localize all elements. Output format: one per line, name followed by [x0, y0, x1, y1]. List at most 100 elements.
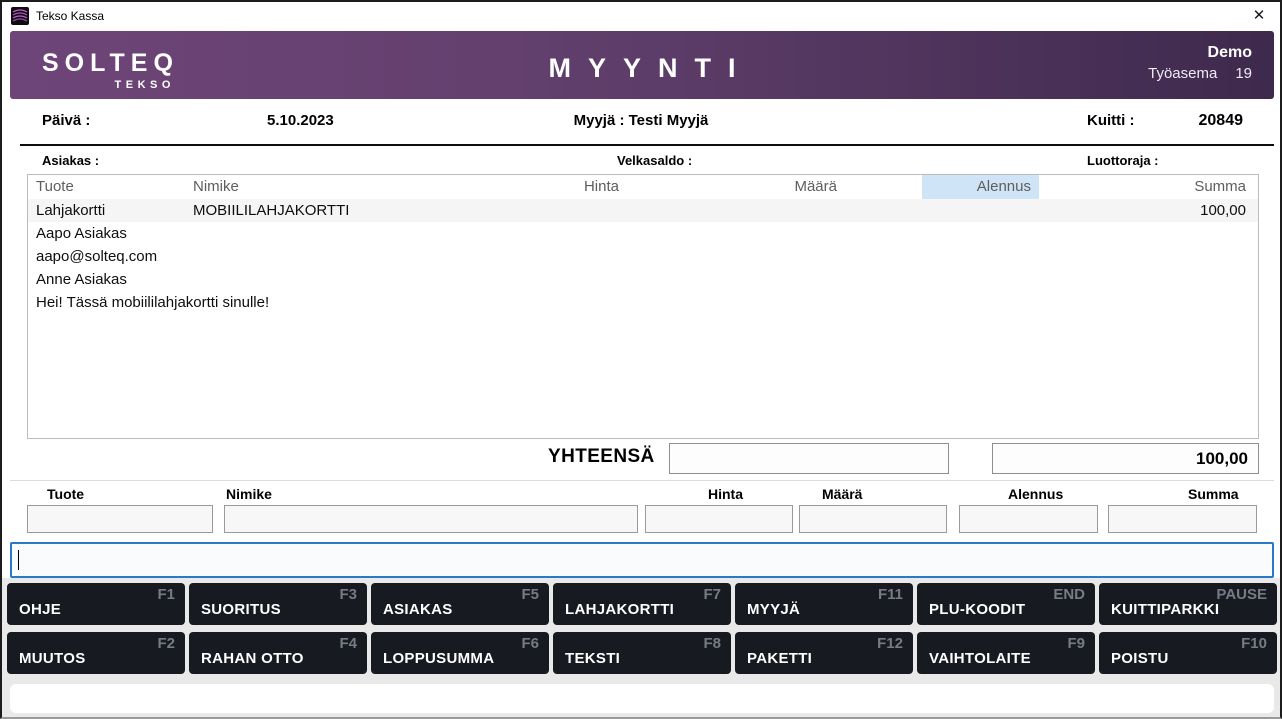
button-label: LOPPUSUMMA	[383, 650, 494, 667]
total-entry-input[interactable]	[669, 443, 949, 474]
app-window: Tekso Kassa ✕ SOLTEQ TEKSO MYYNTI Demo T…	[0, 0, 1282, 719]
button-label: RAHAN OTTO	[201, 650, 304, 667]
divider-line	[20, 144, 1274, 146]
cell-tuote: Anne Asiakas	[36, 271, 127, 288]
lahjakortti-button[interactable]: LAHJAKORTTI F7	[553, 583, 731, 625]
summa-input[interactable]	[1108, 505, 1257, 533]
debt-balance-label: Velkasaldo :	[617, 153, 692, 168]
button-label: SUORITUS	[201, 601, 281, 618]
alennus-input[interactable]	[959, 505, 1098, 533]
column-header-nimike[interactable]: Nimike	[193, 178, 239, 195]
button-label: KUITTIPARKKI	[1111, 601, 1219, 618]
column-header-alennus[interactable]: Alennus	[977, 178, 1031, 195]
cell-tuote: Lahjakortti	[36, 202, 105, 219]
cell-tuote: Hei! Tässä mobiililahjakortti sinulle!	[36, 294, 269, 311]
total-amount-box: 100,00	[992, 443, 1259, 474]
button-keybind: F9	[1067, 635, 1085, 652]
button-keybind: F11	[878, 586, 903, 603]
kuittiparkki-button[interactable]: KUITTIPARKKI PAUSE	[1099, 583, 1277, 625]
vaihtolaite-button[interactable]: VAIHTOLAITE F9	[917, 632, 1095, 674]
status-bar	[10, 684, 1274, 713]
button-label: ASIAKAS	[383, 601, 453, 618]
button-label: VAIHTOLAITE	[929, 650, 1031, 667]
entry-label-nimike: Nimike	[226, 486, 272, 502]
button-keybind: F3	[339, 586, 357, 603]
function-keys: OHJE F1 SUORITUS F3 ASIAKAS F5 LAHJAKORT…	[7, 583, 1277, 674]
button-keybind: F12	[877, 635, 903, 652]
cell-tuote: aapo@solteq.com	[36, 248, 157, 265]
ohje-button[interactable]: OHJE F1	[7, 583, 185, 625]
grid-row[interactable]: aapo@solteq.com	[28, 245, 1258, 268]
myyja-button[interactable]: MYYJÄ F11	[735, 583, 913, 625]
button-label: PAKETTI	[747, 650, 812, 667]
button-label: MYYJÄ	[747, 601, 800, 618]
tuote-input[interactable]	[27, 505, 213, 533]
grid-row[interactable]: Lahjakortti MOBIILILAHJAKORTTI 100,00	[28, 199, 1258, 222]
column-header-maara[interactable]: Määrä	[794, 178, 837, 195]
column-header-tuote[interactable]: Tuote	[36, 178, 74, 195]
entry-label-hinta: Hinta	[708, 486, 743, 502]
grid-row[interactable]: Hei! Tässä mobiililahjakortti sinulle!	[28, 291, 1258, 314]
muutos-button[interactable]: MUUTOS F2	[7, 632, 185, 674]
environment-name: Demo	[1148, 44, 1252, 62]
date-label: Päivä :	[42, 112, 90, 129]
column-header-hinta[interactable]: Hinta	[584, 178, 619, 195]
button-label: MUUTOS	[19, 650, 86, 667]
button-keybind: F10	[1241, 635, 1267, 652]
environment-info: Demo Työasema19	[1148, 44, 1252, 82]
app-logo-icon	[11, 7, 29, 25]
hinta-input[interactable]	[645, 505, 793, 533]
section-divider	[10, 480, 1274, 481]
grid-row[interactable]: Anne Asiakas	[28, 268, 1258, 291]
receipt-label: Kuitti :	[1087, 112, 1134, 129]
workstation-line: Työasema19	[1148, 65, 1252, 82]
button-keybind: F8	[703, 635, 721, 652]
seller-line: Myyjä : Testi Myyjä	[574, 112, 709, 129]
text-caret	[18, 550, 19, 570]
cell-tuote: Aapo Asiakas	[36, 225, 127, 242]
rahan-otto-button[interactable]: RAHAN OTTO F4	[189, 632, 367, 674]
plu-koodit-button[interactable]: PLU-KOODIT END	[917, 583, 1095, 625]
asiakas-button[interactable]: ASIAKAS F5	[371, 583, 549, 625]
button-keybind: F2	[157, 635, 175, 652]
maara-input[interactable]	[799, 505, 947, 533]
button-keybind: F7	[703, 586, 721, 603]
sales-grid-header: Tuote Nimike Hinta Määrä Alennus Summa	[28, 175, 1258, 199]
button-keybind: F1	[157, 586, 175, 603]
page-title: MYYNTI	[10, 53, 1274, 84]
loppusumma-button[interactable]: LOPPUSUMMA F6	[371, 632, 549, 674]
button-keybind: F5	[521, 586, 539, 603]
window-title: Tekso Kassa	[36, 9, 104, 23]
titlebar: Tekso Kassa ✕	[2, 2, 1280, 31]
button-label: POISTU	[1111, 650, 1169, 667]
entry-label-summa: Summa	[1188, 486, 1239, 502]
paketti-button[interactable]: PAKETTI F12	[735, 632, 913, 674]
suoritus-button[interactable]: SUORITUS F3	[189, 583, 367, 625]
poistu-button[interactable]: POISTU F10	[1099, 632, 1277, 674]
total-label: YHTEENSÄ	[548, 446, 655, 468]
workstation-label: Työasema	[1148, 65, 1217, 82]
credit-limit-label: Luottoraja :	[1087, 153, 1159, 168]
button-label: TEKSTI	[565, 650, 620, 667]
cell-summa: 100,00	[1200, 202, 1246, 219]
column-header-summa[interactable]: Summa	[1194, 178, 1246, 195]
header-banner: SOLTEQ TEKSO MYYNTI Demo Työasema19	[10, 31, 1274, 99]
date-value: 5.10.2023	[267, 112, 334, 129]
close-button[interactable]: ✕	[1246, 5, 1272, 27]
button-keybind: END	[1053, 586, 1085, 603]
cell-nimike: MOBIILILAHJAKORTTI	[193, 202, 349, 219]
grid-row[interactable]: Aapo Asiakas	[28, 222, 1258, 245]
entry-label-tuote: Tuote	[47, 486, 84, 502]
button-keybind: PAUSE	[1216, 586, 1267, 603]
button-keybind: F4	[339, 635, 357, 652]
teksti-button[interactable]: TEKSTI F8	[553, 632, 731, 674]
entry-label-maara: Määrä	[822, 486, 862, 502]
sales-grid: Tuote Nimike Hinta Määrä Alennus Summa L…	[27, 174, 1259, 439]
button-label: PLU-KOODIT	[929, 601, 1025, 618]
nimike-input[interactable]	[224, 505, 638, 533]
button-label: OHJE	[19, 601, 61, 618]
customer-label: Asiakas :	[42, 153, 99, 168]
button-label: LAHJAKORTTI	[565, 601, 674, 618]
total-amount: 100,00	[1196, 444, 1248, 473]
command-input[interactable]	[10, 542, 1274, 578]
